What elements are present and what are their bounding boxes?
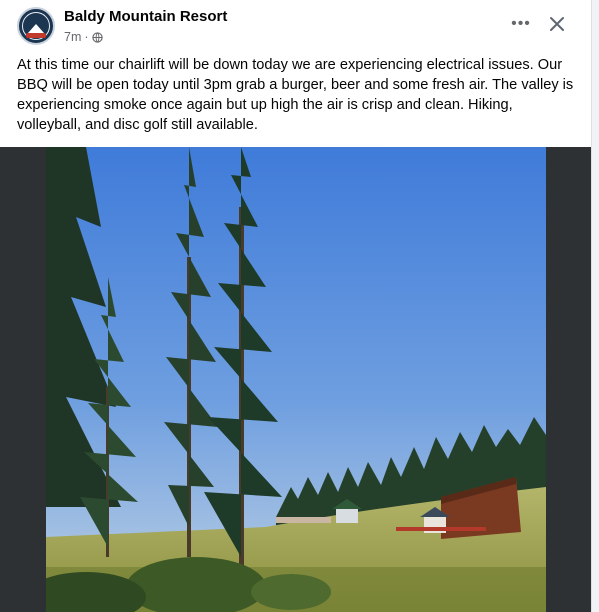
post-text: At this time our chairlift will be down … — [17, 55, 577, 135]
globe-icon — [91, 31, 103, 43]
close-button[interactable] — [543, 10, 571, 38]
more-options-button[interactable]: ••• — [507, 10, 535, 38]
photo-frame[interactable] — [0, 147, 591, 612]
mountain-resort-photo[interactable] — [46, 147, 546, 612]
mountain-icon — [28, 24, 44, 33]
post-body: At this time our chairlift will be down … — [17, 57, 574, 133]
post-header: Baldy Mountain Resort 7m · ••• — [0, 0, 591, 52]
timestamp[interactable]: 7m — [64, 30, 81, 44]
more-options-icon: ••• — [511, 15, 531, 32]
author-name[interactable]: Baldy Mountain Resort — [64, 8, 227, 25]
post-meta: 7m · — [64, 30, 103, 44]
close-icon — [550, 17, 564, 31]
logo-band — [26, 33, 46, 38]
avatar[interactable] — [17, 7, 55, 45]
photo-illustration — [46, 147, 546, 612]
meta-separator: · — [84, 30, 89, 44]
facebook-post: Baldy Mountain Resort 7m · ••• At this t… — [0, 0, 592, 612]
